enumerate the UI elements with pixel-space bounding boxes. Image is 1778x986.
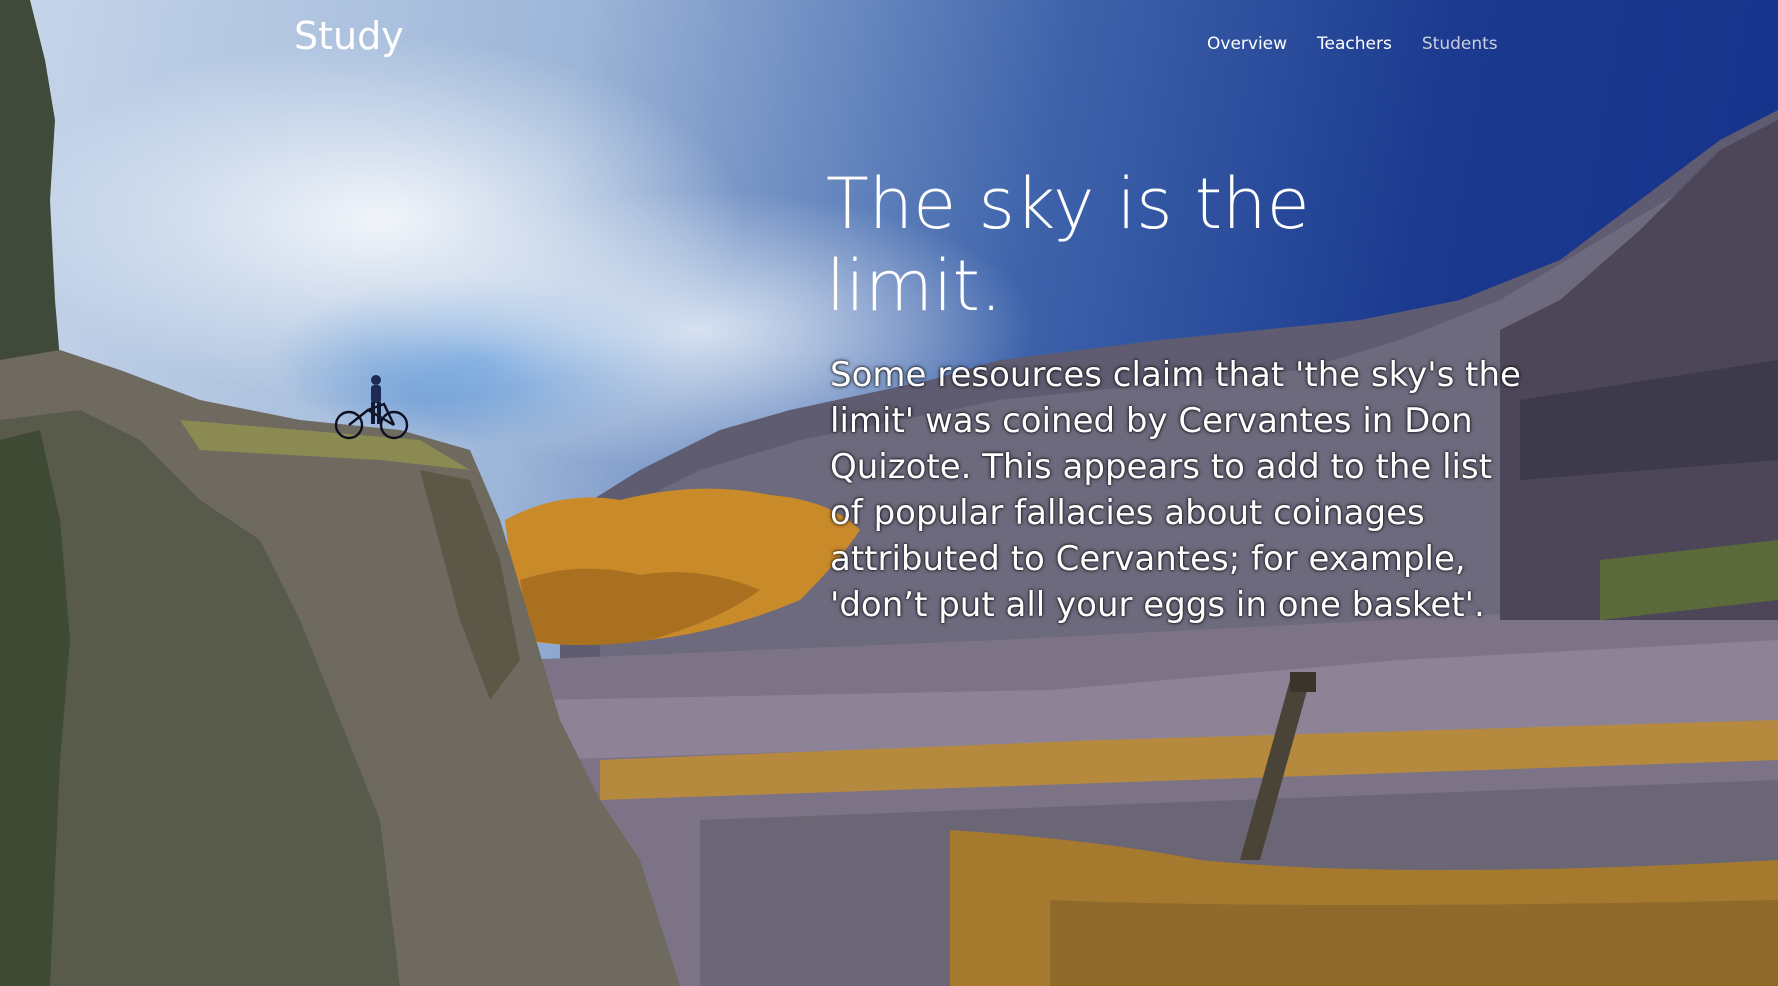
nav-link-overview[interactable]: Overview bbox=[1207, 34, 1287, 54]
top-nav: Overview Teachers Students bbox=[1207, 34, 1528, 54]
nav-link-teachers[interactable]: Teachers bbox=[1317, 34, 1392, 54]
cyclist-rider bbox=[371, 375, 381, 424]
nav-link-students[interactable]: Students bbox=[1422, 34, 1498, 54]
hero-headline: The sky is the limit. bbox=[826, 163, 1310, 327]
hero-paragraph: Some resources claim that 'the sky's the… bbox=[830, 355, 1521, 625]
site-brand[interactable]: Study bbox=[294, 14, 404, 58]
